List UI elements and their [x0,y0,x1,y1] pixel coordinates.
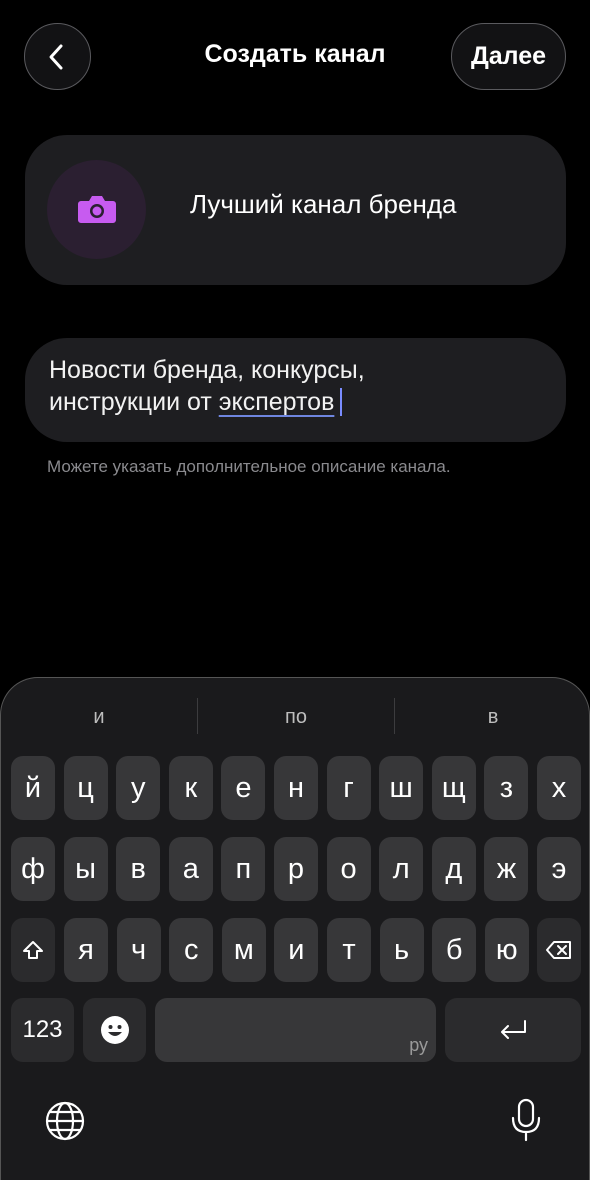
channel-description-input[interactable]: Новости бренда, конкурсы, инструкции от … [25,338,566,442]
key[interactable]: й [11,756,55,820]
key[interactable]: ч [116,918,161,982]
description-current-word: экспертов [218,388,335,416]
emoji-key[interactable] [83,998,146,1062]
globe-icon[interactable] [44,1100,86,1147]
description-text: Новости бренда, конкурсы, инструкции от … [49,354,529,418]
key[interactable]: у [116,756,161,820]
key[interactable]: х [537,756,581,820]
key[interactable]: и [274,918,319,982]
key[interactable]: з [484,756,529,820]
key[interactable]: я [64,918,108,982]
key[interactable]: ю [484,918,529,982]
space-language-label: ру [409,1035,428,1055]
camera-icon [78,196,116,223]
enter-icon [501,1020,526,1039]
numbers-key[interactable]: 123 [11,998,74,1062]
description-hint: Можете указать дополнительное описание к… [47,457,451,476]
next-button[interactable]: Далее [451,23,566,90]
key[interactable]: э [537,837,581,901]
suggestion-2[interactable]: по [198,706,394,729]
key[interactable]: а [168,837,213,901]
backspace-key[interactable] [537,918,581,982]
key[interactable]: м [221,918,266,982]
channel-name-card: Лучший канал бренда [25,135,566,285]
key[interactable]: в [116,837,161,901]
key[interactable]: ж [484,837,529,901]
text-caret [340,388,343,416]
key[interactable]: т [327,918,371,982]
key[interactable]: н [274,756,318,820]
key[interactable]: ф [11,837,55,901]
channel-photo-button[interactable] [47,160,146,259]
microphone-icon[interactable] [509,1098,543,1147]
shift-icon [23,941,43,959]
shift-key[interactable] [11,918,55,982]
key[interactable]: ш [379,756,424,820]
key[interactable]: р [274,837,318,901]
keyboard: и по в йцукенгшщзх фывапролджэ ячсмитьбю… [0,677,590,1180]
key[interactable]: о [326,837,371,901]
channel-name-input[interactable]: Лучший канал бренда [190,189,456,220]
key[interactable]: л [379,837,424,901]
key[interactable]: щ [431,756,476,820]
key[interactable]: г [326,756,371,820]
key[interactable]: ц [63,756,108,820]
emoji-icon [100,1016,129,1044]
backspace-icon [546,941,571,959]
key[interactable]: с [169,918,214,982]
key[interactable]: к [168,756,213,820]
space-key[interactable]: ру [155,998,436,1062]
key[interactable]: ы [63,837,108,901]
suggestion-1[interactable]: и [1,706,197,729]
key[interactable]: д [431,837,476,901]
key[interactable]: б [432,918,477,982]
enter-key[interactable] [445,998,581,1062]
key[interactable]: п [221,837,266,901]
key[interactable]: ь [379,918,424,982]
key[interactable]: е [221,756,266,820]
description-line-2-prefix: инструкции от [49,388,219,416]
description-line-1: Новости бренда, конкурсы, [49,356,365,384]
suggestion-3[interactable]: в [395,706,590,729]
